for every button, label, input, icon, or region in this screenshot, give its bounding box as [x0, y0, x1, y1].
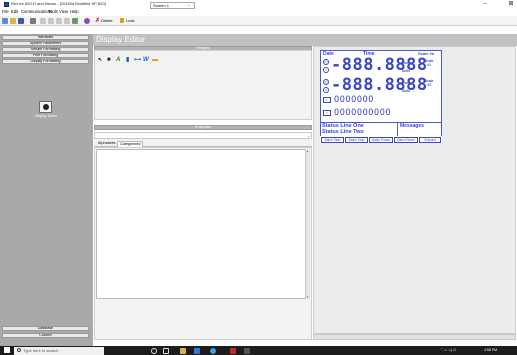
windows-start-icon[interactable]	[4, 347, 10, 353]
system-tray-icons[interactable]: ⌃ ▭ ◁) ⊡	[440, 346, 456, 355]
left-navigation	[0, 34, 93, 346]
task-view-icon[interactable]	[163, 347, 169, 354]
motion-icon: ◇	[323, 59, 329, 65]
nav-display-formatting[interactable]: Display Formatting	[2, 59, 89, 64]
editor-header	[93, 34, 517, 46]
toolbar: ✗ Delete Lock	[0, 16, 517, 26]
lcd-weight-row2: -888.8888	[331, 75, 428, 95]
nav-custom[interactable]: Custom	[2, 333, 89, 338]
zero-icon: ○	[323, 67, 329, 73]
lcd-annunciator-row1: OOOOOOO	[334, 95, 375, 105]
close-button[interactable]: ⊠	[506, 0, 516, 8]
cortana-icon[interactable]	[151, 347, 157, 354]
lcd-mode-label-1: Mode	[402, 61, 411, 65]
menu-view[interactable]: View	[59, 8, 68, 16]
copy-icon[interactable]	[56, 17, 62, 24]
batch-start-button[interactable]: Batch Start	[321, 137, 344, 143]
lcd-gross-box: ▪	[323, 97, 331, 103]
lcd-sp-box: ▪	[323, 110, 331, 116]
text-icon[interactable]: A	[116, 57, 120, 63]
rectangle-icon[interactable]: ■	[107, 57, 111, 63]
menu-help[interactable]: Help	[70, 8, 79, 16]
scroll-up-icon[interactable]: ▲	[305, 149, 310, 153]
chevron-down-icon[interactable]: ⌄	[187, 2, 190, 8]
nav-system-parameters[interactable]: System Parameters	[2, 41, 89, 46]
new-file-icon[interactable]	[2, 17, 8, 24]
properties-header: Properties	[94, 125, 312, 130]
page-title: Display Editor	[96, 35, 146, 44]
properties-object-select[interactable]	[94, 132, 312, 139]
preview-horizontal-scrollbar[interactable]	[313, 334, 516, 340]
lcd-units-label-2: Units	[402, 89, 410, 93]
batch-pause-button[interactable]: Batch Pause	[369, 137, 393, 143]
lcd-annunciator-row2: OOOOOOOOOO	[334, 108, 392, 118]
undo-icon[interactable]	[40, 17, 46, 24]
pointer-icon[interactable]: ↖	[98, 57, 102, 63]
taskbar-clock[interactable]: 4:58 PM	[484, 346, 497, 355]
zero-icon: ○	[323, 87, 329, 93]
lcd-scale1-label: Scale #1	[425, 59, 434, 67]
paste-icon[interactable]	[64, 17, 70, 24]
lcd-mode-label-2: Mode	[402, 81, 411, 85]
messages-label: Messages	[400, 123, 424, 129]
motion-icon: ◇	[323, 79, 329, 85]
redo-icon[interactable]	[48, 17, 54, 24]
taskbar-search-input[interactable]: Type here to search	[14, 346, 104, 355]
chevron-down-icon[interactable]: ⌄	[307, 133, 310, 138]
batch-reset-button[interactable]: Batch Reset	[394, 137, 418, 143]
status-divider	[397, 122, 398, 136]
nav-display-editor-label[interactable]: Display Editor	[30, 114, 62, 118]
settings-icon[interactable]	[72, 17, 78, 24]
file-explorer-icon[interactable]	[180, 347, 186, 354]
connect-icon[interactable]	[84, 17, 90, 24]
open-folder-icon[interactable]	[10, 17, 16, 24]
menu-tools[interactable]: Tools	[48, 8, 58, 16]
image-icon[interactable]: ▬	[152, 57, 158, 63]
pinned-app-icon[interactable]	[244, 347, 250, 354]
lcd-scale2-label: Scale #2	[425, 79, 434, 87]
app-taskbar-icon[interactable]	[230, 347, 236, 354]
bar-icon[interactable]: ▮	[126, 57, 129, 63]
menu-edit[interactable]: Edit	[11, 8, 18, 16]
search-icon	[17, 348, 21, 352]
app-icon	[4, 1, 9, 7]
status-line-two: Status Line Two	[322, 129, 364, 135]
property-grid[interactable]	[96, 149, 306, 299]
w-icon[interactable]: W	[143, 57, 149, 63]
property-grid-scrollbar[interactable]	[305, 149, 310, 299]
setpoint-button[interactable]: Setpoint	[419, 137, 441, 143]
edge-icon[interactable]	[194, 347, 200, 354]
line-icon[interactable]: ⟷	[134, 57, 141, 63]
lock-button[interactable]: Lock	[126, 16, 134, 26]
minimize-button[interactable]: –	[480, 0, 490, 8]
menu-file[interactable]: File	[2, 8, 9, 16]
lcd-weight-row1: -888.8888	[331, 55, 428, 75]
batch-stop-button[interactable]: Batch Stop	[345, 137, 368, 143]
delete-button[interactable]: Delete	[101, 16, 113, 26]
scroll-down-icon[interactable]: ▼	[305, 295, 310, 299]
display-editor-icon-glyph	[42, 104, 49, 110]
chrome-icon[interactable]	[210, 347, 216, 354]
nav-print-formatting[interactable]: Print Formatting	[2, 53, 89, 58]
nav-database[interactable]: Database	[2, 326, 89, 331]
print-icon[interactable]	[30, 17, 36, 24]
nav-hardware[interactable]: Hardware	[2, 35, 89, 40]
save-icon[interactable]	[18, 17, 24, 24]
delete-icon[interactable]: ✗	[95, 16, 100, 26]
lock-icon	[120, 18, 124, 23]
nav-stream-formatting[interactable]: Stream Formatting	[2, 47, 89, 52]
window-title: Rev for 820-H and Nexus - [20160d Modifi…	[11, 1, 106, 6]
lcd-units-label-1: Units	[402, 69, 410, 73]
menu-bar: File Edit Communications Tools View Help	[0, 8, 517, 16]
